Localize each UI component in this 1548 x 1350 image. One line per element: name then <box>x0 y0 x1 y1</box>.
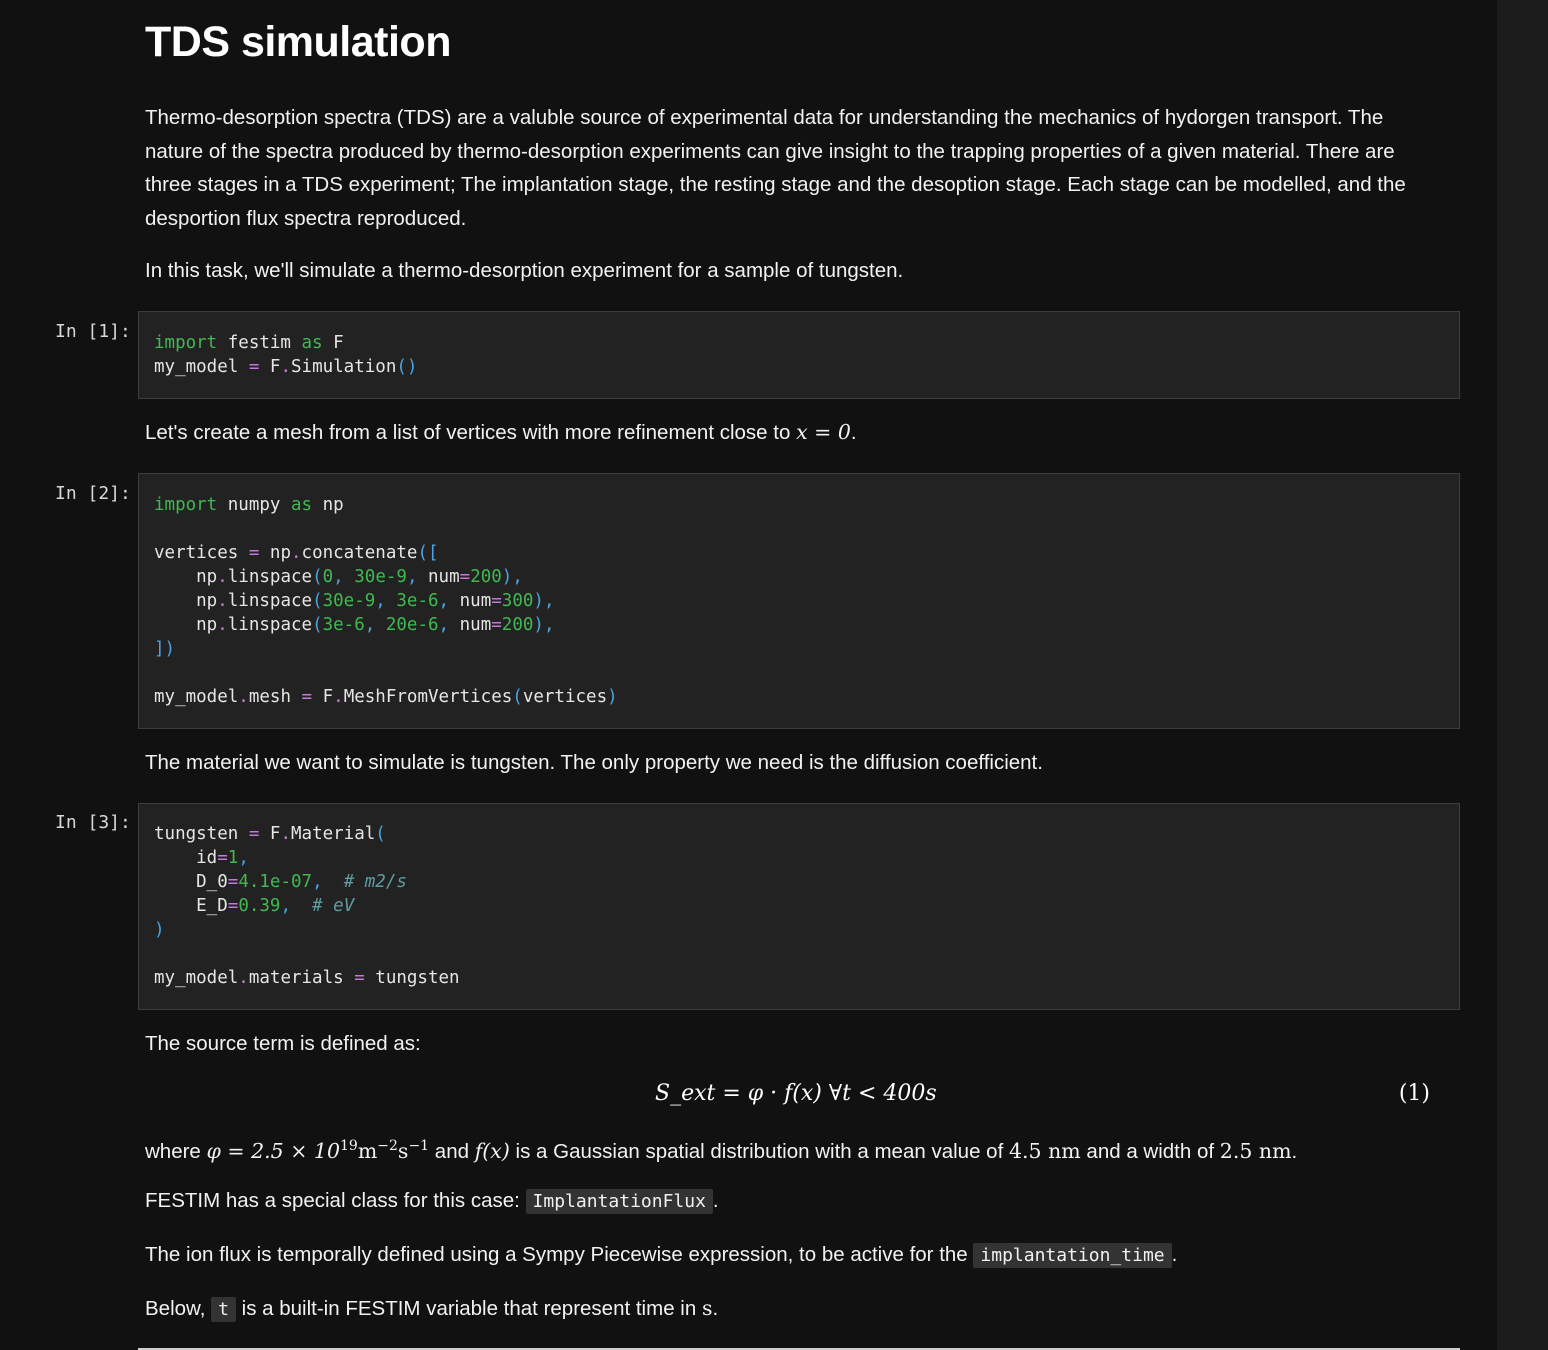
code-cell-1[interactable]: import festim as F my_model = F.Simulatio… <box>138 311 1460 399</box>
code-line: my_model = F.Simulation() <box>154 357 418 377</box>
code-line: id=1, <box>154 848 249 868</box>
right-scrollbar-area[interactable] <box>1497 0 1548 1350</box>
source-paragraph: The source term is defined as: <box>145 1032 421 1055</box>
code-line: my_model.materials = tungsten <box>154 968 460 988</box>
code-line: import festim as F <box>154 333 344 353</box>
code-line: np.linspace(0, 30e-9, num=200), <box>154 567 523 587</box>
inline-code-t: t <box>211 1297 236 1322</box>
below-paragraph: Below, t is a built-in FESTIM variable t… <box>145 1296 719 1322</box>
code-cell-2[interactable]: import numpy as np vertices = np.concaten… <box>138 473 1460 729</box>
code-line: my_model.mesh = F.MeshFromVertices(verti… <box>154 687 618 707</box>
equation-number: (1) <box>1398 1081 1430 1106</box>
code-line: ) <box>154 920 165 940</box>
cell-prompt-2: In [2]: <box>55 483 131 504</box>
festim-paragraph: FESTIM has a special class for this case… <box>145 1189 719 1214</box>
inline-code-implantation-time: implantation_time <box>973 1243 1172 1268</box>
code-cell-3[interactable]: tungsten = F.Material( id=1, D_0=4.1e-07… <box>138 803 1460 1010</box>
equation-body: S_ext = φ · f(x) ∀t < 400s <box>655 1081 937 1106</box>
intro-paragraph: Thermo-desorption spectra (TDS) are a va… <box>145 106 1406 230</box>
material-paragraph: The material we want to simulate is tung… <box>145 751 1043 774</box>
code-line: D_0=4.1e-07, # m2/s <box>154 872 407 892</box>
cell-prompt-1: In [1]: <box>55 321 131 342</box>
ionflux-paragraph: The ion flux is temporally defined using… <box>145 1243 1178 1268</box>
code-line: np.linspace(30e-9, 3e-6, num=300), <box>154 591 555 611</box>
cell-prompt-3: In [3]: <box>55 812 131 833</box>
page-title: TDS simulation <box>145 18 451 66</box>
code-line: E_D=0.39, # eV <box>154 896 355 916</box>
code-line: tungsten = F.Material( <box>154 824 386 844</box>
where-paragraph: where φ = 2.5 × 1019m−2s−1 and f(x) is a… <box>145 1138 1298 1163</box>
code-line: vertices = np.concatenate([ <box>154 543 439 563</box>
inline-code-implantationflux: ImplantationFlux <box>525 1189 713 1214</box>
source-equation: S_ext = φ · f(x) ∀t < 400s (1) <box>145 1076 1435 1112</box>
code-line: import numpy as np <box>154 495 344 515</box>
code-line: ]) <box>154 639 176 659</box>
mesh-paragraph: Let's create a mesh from a list of verti… <box>145 420 857 444</box>
task-paragraph: In this task, we'll simulate a thermo-de… <box>145 259 904 282</box>
code-line: np.linspace(3e-6, 20e-6, num=200), <box>154 615 555 635</box>
